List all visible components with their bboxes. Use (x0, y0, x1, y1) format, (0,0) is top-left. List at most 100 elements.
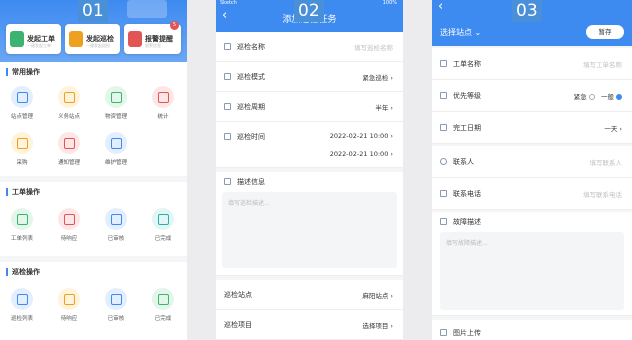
inbox-icon (152, 288, 174, 310)
grid-item-site-management[interactable]: 站点管理 (2, 86, 42, 120)
grid-item-duty-site[interactable]: 义务站点 (49, 86, 89, 120)
priority-urgent-label[interactable]: 紧急 (574, 93, 587, 101)
field-value: 选择项目 › (362, 322, 393, 330)
new-workorder-screen: ‹ 选择站点 ⌄ 暂存 03 工单名称 填写工单名称 优先等级 紧急 一般 完工日… (432, 0, 632, 340)
grid-item-inspection-pending[interactable]: 待响应 (49, 288, 89, 322)
speaker-icon (58, 288, 80, 310)
grid-label: 工单列表 (10, 236, 33, 242)
person-icon (440, 158, 447, 165)
calendar-icon (440, 124, 447, 131)
back-icon[interactable]: ‹ (438, 0, 443, 13)
grid-item-workorder-list[interactable]: 工单列表 (2, 208, 42, 242)
grid-item-inspection-done[interactable]: 已完成 (143, 288, 183, 322)
field-label: 完工日期 (453, 124, 481, 132)
grid-item-workorder-pending[interactable]: 待响应 (49, 208, 89, 242)
grid-item-maintenance[interactable]: 维护管理 (96, 132, 136, 166)
header-decoration (127, 0, 167, 18)
grid-label: 义务站点 (57, 114, 80, 120)
grid-label: 已审核 (107, 316, 125, 322)
section-title: 巡检操作 (6, 268, 40, 276)
field-placeholder: 填写工单名称 (583, 61, 622, 69)
grid-item-purchase[interactable]: 采购 (2, 132, 42, 166)
grid-label: 采购 (16, 160, 28, 166)
inspection-mode-select[interactable]: 巡检模式 紧急巡检 › (216, 62, 403, 92)
edit-icon (440, 218, 447, 225)
inspection-item-select[interactable]: 巡检项目 选择项目 › (216, 310, 403, 340)
done-icon (152, 208, 174, 230)
field-value: 一天 › (604, 125, 622, 133)
inspection-time-select[interactable]: 巡检时间 2022-02-21 10:00 › 2022-02-21 10:00 › (216, 122, 403, 168)
document-icon (440, 60, 447, 67)
purchase-icon (11, 132, 33, 154)
completion-date-select[interactable]: 完工日期 一天 › (432, 112, 632, 144)
field-placeholder: 填写联系电话 (583, 191, 622, 199)
quick-new-inspection-button[interactable]: 发起巡检 一键发起巡检 (65, 24, 120, 54)
grid-item-notice[interactable]: 通知管理 (49, 132, 89, 166)
contact-field[interactable]: 联系人 填写联系人 (432, 146, 632, 178)
quick-sub: 一键发起工单 (27, 43, 51, 48)
field-value: 紧急巡检 › (362, 74, 393, 82)
end-time-value[interactable]: 2022-02-21 10:00 › (330, 150, 393, 158)
site-icon (11, 86, 33, 108)
quick-alarm-button[interactable]: 报警提醒 报警信息 5 (124, 21, 181, 54)
grid-item-stats[interactable]: 统计 (143, 86, 183, 120)
grid-label: 已完成 (154, 316, 172, 322)
grid-item-workorder-done[interactable]: 已完成 (143, 208, 183, 242)
section-inspection: 巡检操作 巡检列表 待响应 已审核 已完成 (0, 262, 187, 340)
image-upload-row[interactable]: 图片上传 (432, 320, 632, 340)
priority-normal-label[interactable]: 一般 (601, 93, 614, 101)
list-icon (11, 208, 33, 230)
grid-label: 待响应 (60, 316, 78, 322)
field-label: 联系人 (453, 158, 474, 166)
textarea-placeholder: 填写故障描述... (446, 240, 488, 247)
bell-icon (58, 208, 80, 230)
section-title: 工单操作 (6, 188, 40, 196)
field-label: 优先等级 (453, 92, 481, 100)
checklist-icon (105, 288, 127, 310)
image-icon (440, 329, 447, 336)
field-label: 巡检项目 (224, 321, 252, 329)
field-placeholder: 填写巡检名称 (354, 44, 393, 52)
material-icon (105, 86, 127, 108)
add-inspection-screen: Sketch 100% ‹ 添加巡检任务 02 巡检名称填写巡检名称 巡检模式紧… (216, 0, 403, 340)
mode-icon (224, 73, 231, 80)
step-badge-01: 01 (78, 0, 108, 22)
flag-icon (440, 92, 447, 99)
edit-icon (224, 178, 231, 185)
priority-urgent-radio[interactable] (588, 94, 595, 100)
inspection-cycle-select[interactable]: 巡检周期 半年 › (216, 92, 403, 122)
site-select[interactable]: 选择站点 ⌄ (440, 27, 481, 38)
grid-item-inspection-reviewed[interactable]: 已审核 (96, 288, 136, 322)
inspection-name-field[interactable]: 巡检名称 填写巡检名称 (216, 32, 403, 62)
draft-button[interactable]: 暂存 (586, 25, 624, 39)
workorder-name-field[interactable]: 工单名称 填写工单名称 (432, 48, 632, 80)
priority-normal-radio[interactable] (616, 94, 622, 100)
field-label: 巡检模式 (237, 73, 265, 81)
priority-field: 优先等级 紧急 一般 (432, 80, 632, 112)
grid-item-material[interactable]: 物资管理 (96, 86, 136, 120)
section-label: 描述信息 (237, 178, 265, 186)
field-value: 麻阳站点 › (362, 292, 393, 300)
status-battery: 100% (382, 0, 397, 6)
start-time-value[interactable]: 2022-02-21 10:00 › (330, 132, 393, 140)
field-label: 巡检站点 (224, 291, 252, 299)
home-screen: 01 发起工单 一键发起工单 发起巡检 一键发起巡检 报警提醒 报警信息 5 常… (0, 0, 187, 340)
phone-icon (440, 190, 447, 197)
quick-new-workorder-button[interactable]: 发起工单 一键发起工单 (6, 24, 61, 54)
field-value: 半年 › (375, 104, 393, 112)
field-label: 图片上传 (453, 329, 481, 337)
inspection-site-select[interactable]: 巡检站点 麻阳站点 › (216, 280, 403, 310)
section-title: 常用操作 (6, 68, 40, 76)
field-label: 巡检周期 (237, 103, 265, 111)
field-label: 工单名称 (453, 60, 481, 68)
grid-label: 待响应 (60, 236, 78, 242)
fault-textarea[interactable]: 填写故障描述... (440, 232, 624, 310)
phone-field[interactable]: 联系电话 填写联系电话 (432, 178, 632, 210)
duty-icon (58, 86, 80, 108)
description-block: 描述信息 填写巡检描述... (216, 172, 403, 276)
grid-item-workorder-reviewed[interactable]: 已审核 (96, 208, 136, 242)
fault-description-block: 故障描述 填写故障描述... (432, 212, 632, 316)
description-textarea[interactable]: 填写巡检描述... (222, 192, 397, 268)
inspection-icon (69, 31, 83, 47)
grid-item-inspection-list[interactable]: 巡检列表 (2, 288, 42, 322)
